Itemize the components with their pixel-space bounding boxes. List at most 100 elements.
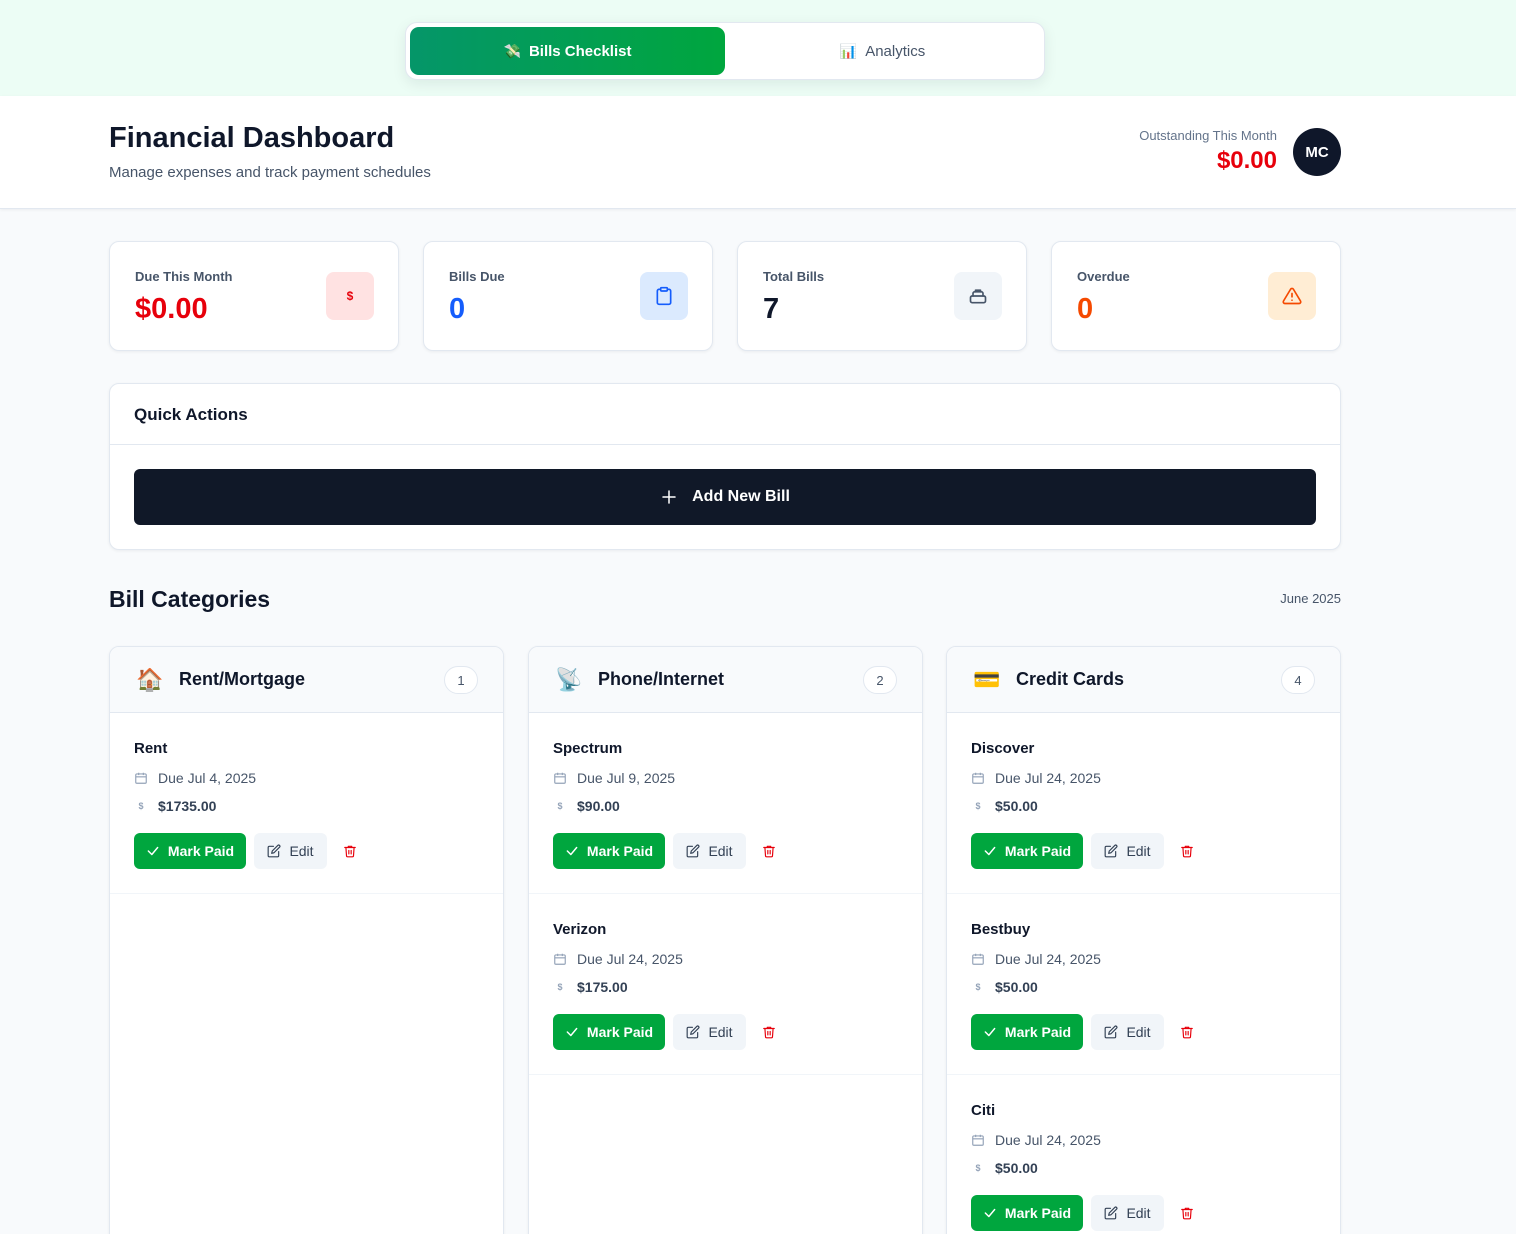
stat-value: $0.00 bbox=[135, 293, 208, 325]
mark-paid-label: Mark Paid bbox=[586, 1024, 654, 1040]
quick-actions-title: Quick Actions bbox=[134, 405, 248, 424]
calendar-icon bbox=[972, 1134, 984, 1146]
bill-name: Spectrum bbox=[553, 740, 623, 757]
trash-icon bbox=[763, 1026, 775, 1039]
bill-amount: $ $50.00 bbox=[971, 1160, 1037, 1176]
check-icon bbox=[566, 1027, 578, 1037]
edit-button[interactable]: Edit bbox=[1091, 833, 1164, 869]
category-header: 💳 Credit Cards 4 bbox=[947, 647, 1340, 713]
bill-item: Spectrum Due Jul 9, 2025 $ $90.00 Mark P… bbox=[529, 713, 922, 894]
bill-item: Discover Due Jul 24, 2025 $ $50.00 Mark … bbox=[947, 713, 1340, 894]
edit-icon bbox=[1105, 844, 1118, 858]
plus-icon bbox=[662, 490, 676, 504]
bill-due-text: Due Jul 24, 2025 bbox=[995, 770, 1101, 786]
bill-due-date: Due Jul 24, 2025 bbox=[971, 1132, 1101, 1148]
bill-amount: $ $175.00 bbox=[553, 979, 628, 995]
edit-icon bbox=[687, 844, 700, 858]
trash-icon bbox=[1181, 1026, 1193, 1039]
clipboard-icon bbox=[640, 272, 688, 320]
delete-button[interactable] bbox=[1175, 1022, 1199, 1042]
bill-amount-text: $1735.00 bbox=[158, 798, 217, 814]
check-icon bbox=[984, 846, 996, 856]
bill-item: Bestbuy Due Jul 24, 2025 $ $50.00 Mark P… bbox=[947, 894, 1340, 1075]
bill-item: Verizon Due Jul 24, 2025 $ $175.00 Mark … bbox=[529, 894, 922, 1075]
tab-analytics[interactable]: 📊 Analytics bbox=[725, 27, 1040, 75]
calendar-icon bbox=[135, 772, 147, 784]
calendar-icon bbox=[554, 953, 566, 965]
satellite-dish-icon: 📡 bbox=[555, 667, 583, 692]
edit-button[interactable]: Edit bbox=[673, 1014, 746, 1050]
category-title: Credit Cards bbox=[1016, 669, 1125, 689]
bill-due-text: Due Jul 24, 2025 bbox=[995, 951, 1101, 967]
mark-paid-button[interactable]: Mark Paid bbox=[553, 1014, 665, 1050]
dollar-icon: $ bbox=[326, 272, 374, 320]
mark-paid-button[interactable]: Mark Paid bbox=[553, 833, 665, 869]
bill-amount-text: $175.00 bbox=[577, 979, 628, 995]
check-icon bbox=[984, 1208, 996, 1218]
bill-due-date: Due Jul 9, 2025 bbox=[553, 770, 675, 786]
dollar-icon: $ bbox=[557, 982, 563, 992]
bill-due-date: Due Jul 24, 2025 bbox=[971, 770, 1101, 786]
trash-icon bbox=[1181, 1207, 1193, 1220]
stat-value: 0 bbox=[449, 293, 466, 325]
edit-button[interactable]: Edit bbox=[1091, 1195, 1164, 1231]
dollar-icon: $ bbox=[975, 982, 981, 992]
edit-button[interactable]: Edit bbox=[1091, 1014, 1164, 1050]
mark-paid-button[interactable]: Mark Paid bbox=[971, 1195, 1083, 1231]
bill-amount: $ $1735.00 bbox=[134, 798, 216, 814]
edit-label: Edit bbox=[708, 843, 733, 859]
category-count-badge: 1 bbox=[444, 666, 478, 694]
outstanding-summary: Outstanding This Month $0.00 bbox=[1139, 128, 1277, 175]
bill-due-date: Due Jul 4, 2025 bbox=[134, 770, 256, 786]
top-tab-strip: 💸 Bills Checklist 📊 Analytics bbox=[0, 0, 1516, 96]
edit-icon bbox=[687, 1025, 700, 1039]
bill-name: Verizon bbox=[553, 921, 607, 938]
category-header: 📡 Phone/Internet 2 bbox=[529, 647, 922, 713]
stat-card-bills-due: Bills Due 0 bbox=[423, 241, 713, 351]
bill-name: Discover bbox=[971, 740, 1035, 757]
edit-label: Edit bbox=[1126, 1024, 1151, 1040]
avatar[interactable]: MC bbox=[1293, 128, 1341, 176]
bill-due-date: Due Jul 24, 2025 bbox=[553, 951, 683, 967]
category-credit-cards: 💳 Credit Cards 4 Discover Due Jul 24, 20… bbox=[946, 646, 1341, 1234]
stack-icon bbox=[954, 272, 1002, 320]
bill-due-text: Due Jul 24, 2025 bbox=[577, 951, 683, 967]
edit-label: Edit bbox=[1126, 843, 1151, 859]
add-new-bill-button[interactable]: Add New Bill bbox=[134, 469, 1316, 525]
bill-amount: $ $50.00 bbox=[971, 979, 1037, 995]
bill-amount: $ $50.00 bbox=[971, 798, 1038, 814]
delete-button[interactable] bbox=[1175, 1203, 1199, 1223]
stat-label: Bills Due bbox=[449, 269, 505, 284]
outstanding-value: $0.00 bbox=[1216, 147, 1277, 174]
section-date: June 2025 bbox=[1280, 591, 1341, 606]
mark-paid-label: Mark Paid bbox=[1004, 843, 1072, 859]
edit-button[interactable]: Edit bbox=[254, 833, 327, 869]
dollar-icon: $ bbox=[138, 801, 144, 811]
edit-icon bbox=[1105, 1206, 1118, 1220]
delete-button[interactable] bbox=[757, 841, 781, 861]
mark-paid-label: Mark Paid bbox=[1004, 1024, 1072, 1040]
mark-paid-button[interactable]: Mark Paid bbox=[971, 1014, 1083, 1050]
edit-button[interactable]: Edit bbox=[673, 833, 746, 869]
bill-amount-text: $50.00 bbox=[995, 798, 1038, 814]
bill-due-date: Due Jul 24, 2025 bbox=[971, 951, 1101, 967]
category-rent-mortgage: 🏠 Rent/Mortgage 1 Rent Due Jul 4, 2025 $… bbox=[109, 646, 504, 1234]
bill-due-text: Due Jul 9, 2025 bbox=[577, 770, 676, 786]
warning-icon bbox=[1268, 272, 1316, 320]
bill-item: Citi Due Jul 24, 2025 $ $50.00 Mark Paid… bbox=[947, 1075, 1340, 1234]
delete-button[interactable] bbox=[757, 1022, 781, 1042]
calendar-icon bbox=[972, 772, 984, 784]
section-title: Bill Categories bbox=[109, 586, 271, 612]
stat-label: Overdue bbox=[1077, 269, 1130, 284]
bill-item: Rent Due Jul 4, 2025 $ $1735.00 Mark Pai… bbox=[110, 713, 503, 894]
tab-bills-checklist[interactable]: 💸 Bills Checklist bbox=[410, 27, 725, 75]
stat-label: Total Bills bbox=[763, 269, 825, 284]
delete-button[interactable] bbox=[338, 841, 362, 861]
delete-button[interactable] bbox=[1175, 841, 1199, 861]
check-icon bbox=[147, 846, 159, 856]
mark-paid-button[interactable]: Mark Paid bbox=[134, 833, 246, 869]
edit-label: Edit bbox=[289, 843, 314, 859]
dollar-icon: $ bbox=[557, 801, 563, 811]
category-title: Phone/Internet bbox=[598, 669, 725, 689]
mark-paid-button[interactable]: Mark Paid bbox=[971, 833, 1083, 869]
